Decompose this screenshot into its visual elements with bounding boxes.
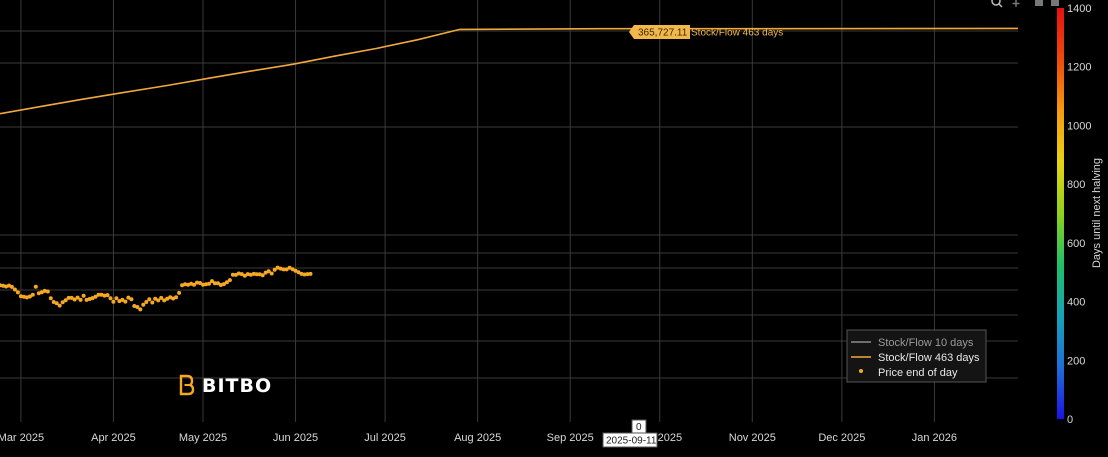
price-point-47 — [138, 307, 143, 312]
colorbar-title: Days until next halving — [1091, 158, 1103, 268]
x-tick-label-5: Aug 2025 — [454, 432, 501, 444]
stock-flow-463-polyline — [0, 27, 1019, 115]
price-point-88 — [260, 273, 265, 278]
price-point-17 — [48, 296, 53, 301]
hover-value-label: 365,727.11 — [638, 28, 688, 39]
price-point-28 — [81, 293, 86, 298]
colorbar-ticks: 0 200 400 600 800 1000 1200 1400 — [1067, 3, 1091, 426]
price-point-59 — [174, 295, 179, 300]
price-point-51 — [150, 300, 155, 305]
x-axis-ticks: Mar 2025 Apr 2025 May 2025 Jun 2025 Jul 2025… — [0, 432, 957, 444]
x-tick-label-10: Jan 2026 — [912, 432, 957, 444]
x-tick-label-0: Mar 2025 — [0, 432, 44, 444]
date-tooltip: 0 2025-09-11 — [602, 419, 658, 448]
price-point-77 — [227, 278, 232, 283]
price-point-4 — [9, 284, 14, 289]
colorbar-tick-6: 1200 — [1067, 62, 1091, 74]
legend-label-1[interactable]: Stock/Flow 463 days — [878, 352, 980, 364]
colorbar-tick-1: 200 — [1067, 355, 1085, 367]
x-tick-label-4: Jul 2025 — [364, 432, 406, 444]
legend-label-0[interactable]: Stock/Flow 10 days — [878, 337, 974, 349]
price-point-39 — [114, 296, 119, 301]
legend[interactable]: Stock/Flow 10 days Stock/Flow 463 days Pri… — [846, 329, 987, 383]
price-point-20 — [57, 303, 62, 308]
x-tick-label-2: May 2025 — [179, 432, 227, 444]
price-point-5 — [12, 287, 17, 292]
price-point-44 — [129, 297, 134, 302]
colorbar-tick-0: 0 — [1067, 414, 1073, 426]
price-point-37 — [108, 296, 113, 301]
bitbo-logo-icon — [179, 374, 195, 396]
x-tick-label-9: Dec 2025 — [818, 432, 865, 444]
hover-tooltip: 365,727.11 Stock/Flow 463 days — [629, 25, 783, 39]
stock-flow-463-line — [0, 27, 1019, 115]
colorbar-tick-3: 600 — [1067, 238, 1085, 250]
price-end-of-day-points — [0, 265, 313, 312]
logo-text: BITBO — [202, 375, 272, 397]
price-point-60 — [177, 290, 182, 295]
lasso-icon[interactable] — [1051, 0, 1059, 6]
hover-series-label: Stock/Flow 463 days — [691, 28, 783, 39]
legend-label-2[interactable]: Price end of day — [878, 367, 958, 379]
x-tick-label-3: Jun 2025 — [273, 432, 318, 444]
price-point-16 — [45, 289, 50, 294]
x-tick-label-8: Nov 2025 — [729, 432, 776, 444]
price-point-6 — [15, 290, 20, 295]
colorbar-tick-7: 1400 — [1067, 3, 1091, 15]
colorbar — [1057, 8, 1064, 419]
hover-date-label: 2025-09-11 — [606, 436, 657, 447]
price-point-91 — [269, 271, 274, 276]
chart-svg: Mar 2025 Apr 2025 May 2025 Jun 2025 Jul 2025… — [0, 0, 1103, 448]
price-point-104 — [308, 271, 313, 276]
magnifier-icon[interactable] — [991, 0, 1003, 8]
box-select-icon[interactable] — [1035, 0, 1043, 6]
price-point-27 — [78, 297, 83, 302]
colorbar-tick-2: 400 — [1067, 297, 1085, 309]
x-tick-label-1: Apr 2025 — [91, 432, 136, 444]
price-point-11 — [30, 292, 35, 297]
price-point-36 — [105, 293, 110, 298]
price-point-12 — [33, 284, 38, 289]
price-point-50 — [147, 297, 152, 302]
colorbar-tick-4: 800 — [1067, 179, 1085, 191]
colorbar-tick-5: 1000 — [1067, 120, 1091, 132]
toolbar[interactable] — [991, 0, 1059, 8]
price-point-70 — [207, 281, 211, 286]
legend-swatch-2 — [859, 369, 863, 373]
hover-color-value: 0 — [636, 422, 642, 433]
price-point-38 — [111, 299, 116, 304]
x-tick-label-6: Sep 2025 — [547, 432, 594, 444]
price-point-42 — [123, 299, 128, 304]
price-point-49 — [144, 300, 149, 304]
plus-icon[interactable] — [1012, 0, 1020, 7]
price-point-48 — [141, 302, 146, 307]
